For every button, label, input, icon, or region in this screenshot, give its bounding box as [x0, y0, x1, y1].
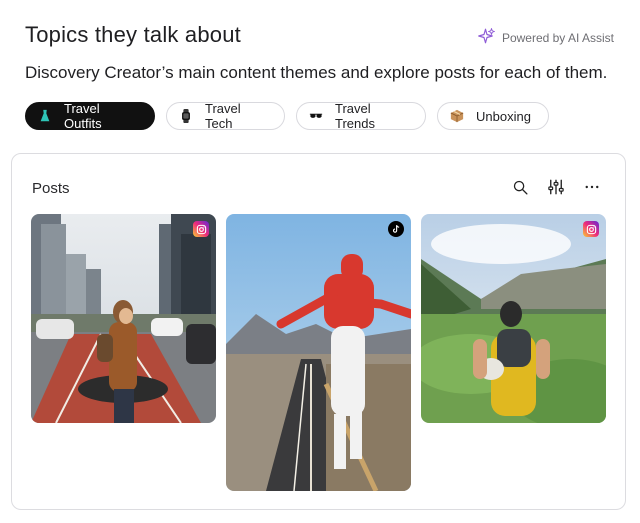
topic-chip-label: Travel Trends	[335, 101, 375, 131]
topic-chip-label: Travel Outfits	[64, 101, 102, 131]
topic-chips: Travel Outfits Travel Tech Travel Trends…	[25, 101, 549, 131]
sunglasses-icon	[309, 109, 323, 123]
posts-title: Posts	[32, 180, 70, 197]
powered-by-ai-assist: Powered by AI Assist	[478, 27, 614, 48]
post-image-road	[226, 214, 411, 491]
topic-chip-unboxing[interactable]: Unboxing	[437, 102, 549, 130]
search-icon[interactable]	[509, 176, 531, 198]
post-image-hiker-valley	[421, 214, 606, 423]
instagram-icon	[583, 221, 599, 237]
post-card-3[interactable]	[421, 214, 606, 423]
post-card-1[interactable]	[31, 214, 216, 423]
filter-sliders-icon[interactable]	[545, 176, 567, 198]
topic-chip-travel-trends[interactable]: Travel Trends	[296, 101, 426, 131]
topic-chip-label: Travel Tech	[205, 101, 241, 131]
package-icon	[450, 109, 464, 123]
instagram-icon	[193, 221, 209, 237]
more-icon[interactable]	[581, 176, 603, 198]
topic-chip-travel-tech[interactable]: Travel Tech	[166, 101, 285, 131]
page-title: Topics they talk about	[25, 22, 241, 47]
page-subtitle: Discovery Creator’s main content themes …	[25, 63, 608, 82]
sparkle-icon	[478, 27, 496, 48]
smartwatch-icon	[179, 109, 193, 123]
topic-chip-label: Unboxing	[476, 108, 531, 124]
dress-icon	[38, 109, 52, 123]
post-card-2[interactable]	[226, 214, 411, 491]
topic-chip-travel-outfits[interactable]: Travel Outfits	[25, 101, 155, 131]
post-image-city-street	[31, 214, 216, 423]
posts-actions	[509, 176, 603, 198]
powered-by-label: Powered by AI Assist	[501, 30, 614, 45]
tiktok-icon	[388, 221, 404, 237]
posts-panel: Posts	[11, 153, 626, 510]
